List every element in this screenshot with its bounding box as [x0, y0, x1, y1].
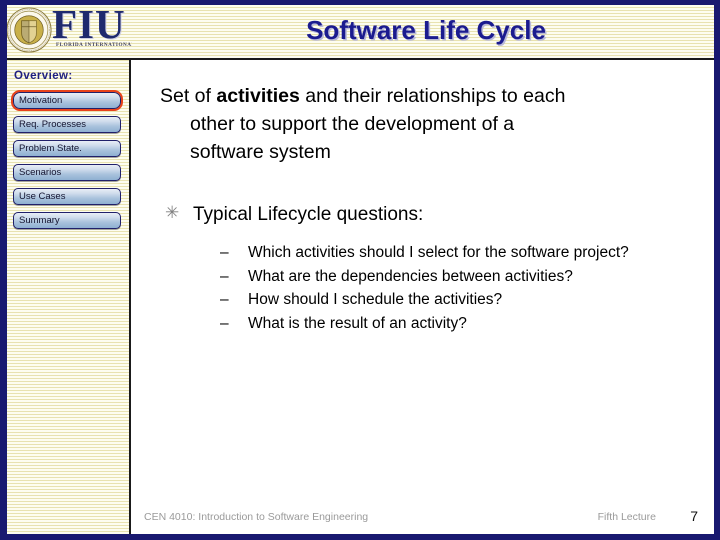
frame-bar-right — [714, 0, 720, 540]
frame-bar-left — [0, 0, 7, 540]
lead-text-emphasis: activities — [216, 85, 300, 107]
list-item-label: What is the result of an activity? — [248, 314, 467, 332]
footer: CEN 4010: Introduction to Software Engin… — [131, 506, 714, 534]
sidebar: Overview: Motivation Req. Processes Prob… — [0, 60, 131, 540]
dash-bullet-icon: – — [220, 291, 229, 308]
slide-body: Set of activities and their relationship… — [131, 62, 714, 502]
fiu-wordmark-subtitle: FLORIDA INTERNATIONAL UNIVERSITY — [56, 42, 132, 48]
fiu-wordmark: FIU — [52, 4, 126, 47]
sidebar-item-label: Problem State. — [19, 143, 82, 154]
sidebar-item-label: Use Cases — [19, 191, 66, 202]
lead-text-line2: other to support the development of a — [190, 113, 515, 135]
sidebar-item-label: Req. Processes — [19, 119, 87, 130]
university-logo-block: FIU FLORIDA INTERNATIONAL UNIVERSITY — [0, 4, 132, 58]
list-item: – What is the result of an activity? — [212, 313, 682, 336]
list-item-label: How should I schedule the activities? — [248, 291, 503, 308]
sidebar-nav-list: Motivation Req. Processes Problem State.… — [11, 90, 125, 236]
footer-page-number: 7 — [690, 508, 698, 524]
list-item: – Which activities should I select for t… — [212, 242, 682, 265]
fiu-seal-icon — [6, 7, 52, 53]
lead-text-part1: Set of — [160, 85, 217, 107]
page-title: Software Life Cycle — [306, 15, 546, 45]
sidebar-item-label: Summary — [19, 215, 60, 226]
bullet-main-label: Typical Lifecycle questions: — [193, 204, 424, 225]
dash-bullet-icon: – — [220, 244, 229, 261]
bullet-block: ✳ Typical Lifecycle questions: – Which a… — [160, 202, 685, 332]
frame-bar-bottom — [0, 534, 720, 540]
sidebar-item-scenarios[interactable]: Scenarios — [13, 164, 121, 181]
list-item-label: Which activities should I select for the… — [248, 244, 629, 261]
dash-bullet-icon: – — [220, 314, 229, 332]
sidebar-item-problem-state[interactable]: Problem State. — [13, 140, 121, 157]
list-item: – What are the dependencies between acti… — [212, 266, 682, 289]
list-item-label: What are the dependencies between activi… — [248, 267, 573, 285]
footer-lecture-label: Fifth Lecture — [597, 511, 656, 523]
sidebar-item-label: Motivation — [19, 95, 63, 106]
star-bullet-icon: ✳ — [165, 203, 180, 222]
sidebar-item-summary[interactable]: Summary — [13, 212, 121, 229]
sidebar-item-motivation[interactable]: Motivation — [11, 90, 123, 111]
sub-bullet-list: – Which activities should I select for t… — [212, 242, 682, 336]
bullet-main: ✳ Typical Lifecycle questions: — [160, 202, 685, 228]
list-item: – How should I schedule the activities? — [212, 289, 682, 312]
lead-text-line3: software system — [190, 141, 331, 163]
lead-paragraph: Set of activities and their relationship… — [160, 82, 675, 166]
footer-course-label: CEN 4010: Introduction to Software Engin… — [144, 511, 369, 523]
sidebar-item-req-processes[interactable]: Req. Processes — [13, 116, 121, 133]
sidebar-item-label: Scenarios — [19, 167, 62, 178]
lead-text-part2: and their relationships to each — [299, 85, 566, 107]
dash-bullet-icon: – — [220, 267, 229, 285]
sidebar-item-use-cases[interactable]: Use Cases — [13, 188, 121, 205]
frame-bar-top — [0, 0, 720, 5]
slide-canvas: FIU FLORIDA INTERNATIONAL UNIVERSITY Sof… — [0, 0, 720, 540]
sidebar-heading: Overview: — [14, 70, 73, 82]
